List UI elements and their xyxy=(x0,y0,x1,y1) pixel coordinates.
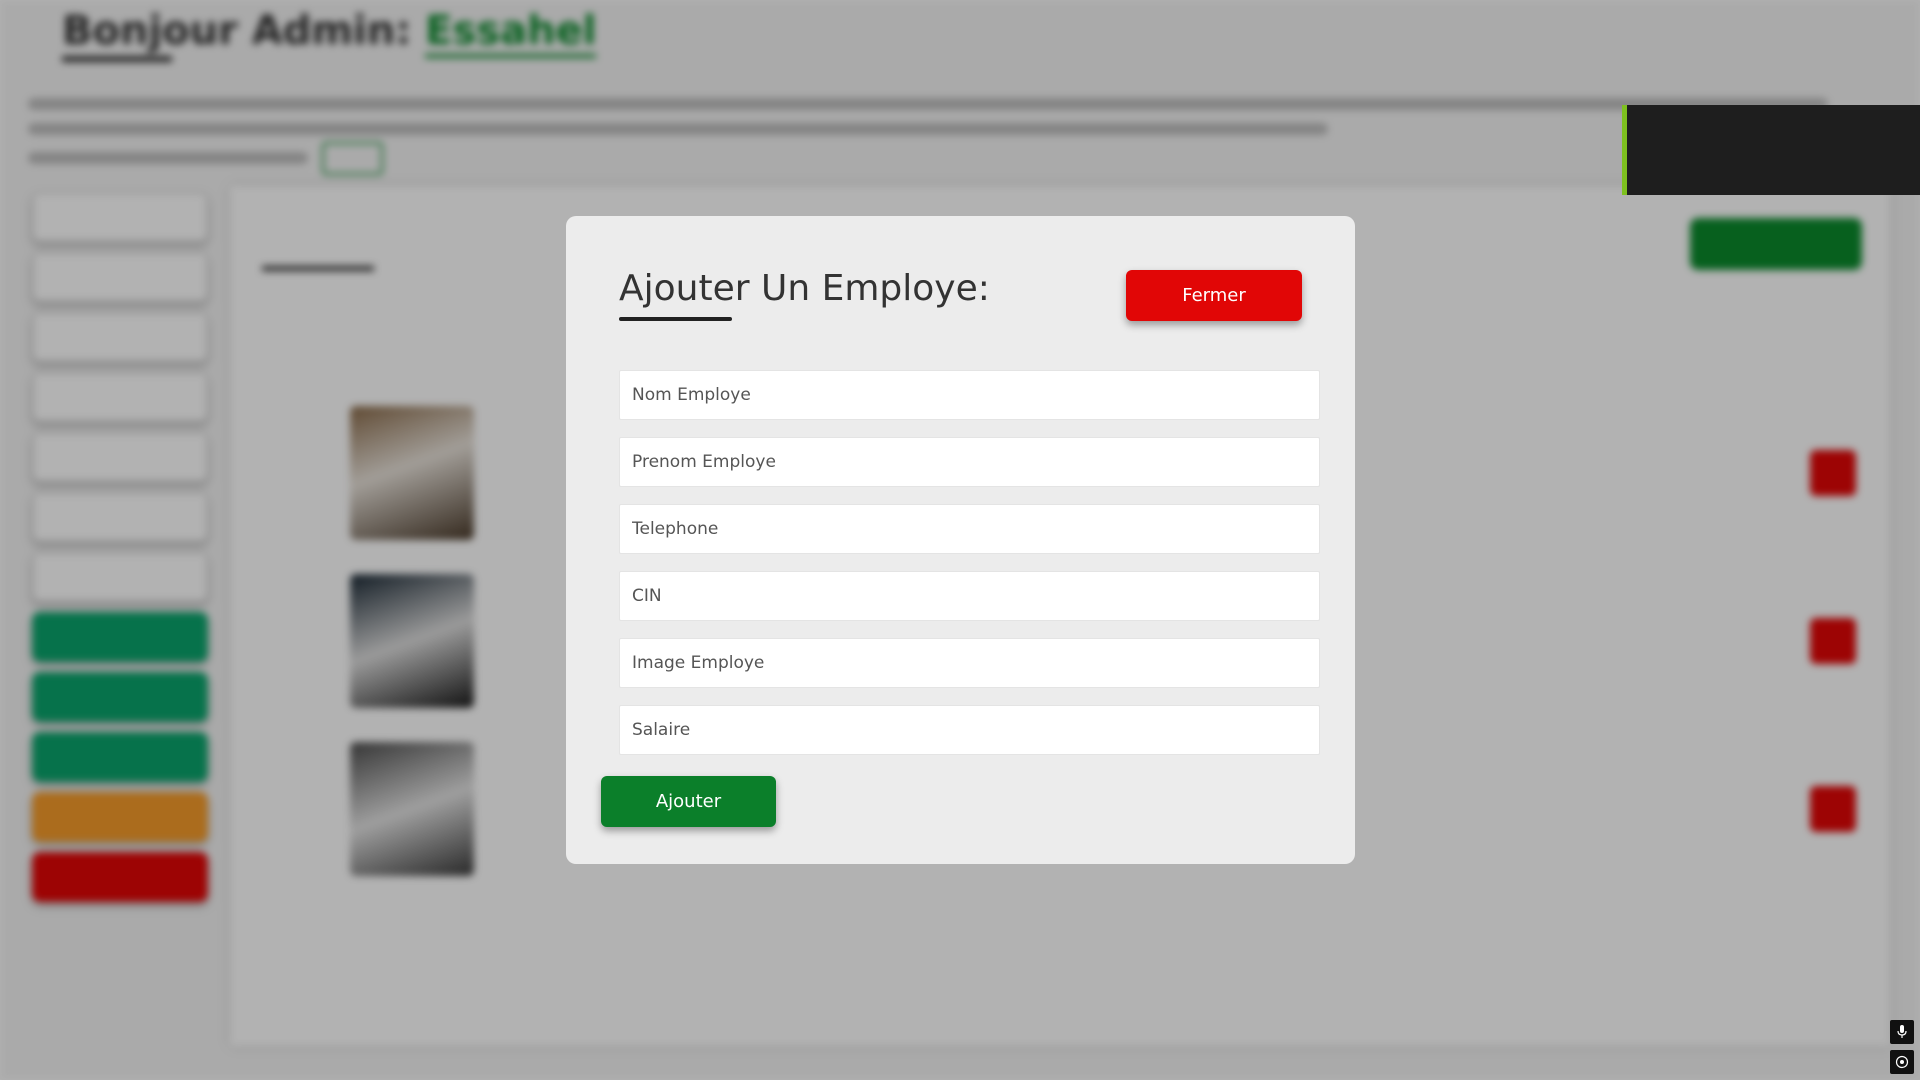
cin-field[interactable] xyxy=(619,571,1320,621)
telephone-field[interactable] xyxy=(619,504,1320,554)
notification-toast xyxy=(1622,105,1920,195)
corner-toolbar xyxy=(1890,1014,1914,1074)
close-button[interactable]: Fermer xyxy=(1126,270,1302,321)
nom-employe-field[interactable] xyxy=(619,370,1320,420)
target-icon[interactable] xyxy=(1890,1050,1914,1074)
modal-title: Ajouter Un Employe: xyxy=(619,268,990,309)
image-employe-field[interactable] xyxy=(619,638,1320,688)
salaire-field[interactable] xyxy=(619,705,1320,755)
ajouter-button[interactable]: Ajouter xyxy=(601,776,776,827)
add-employee-modal: Ajouter Un Employe: Fermer Ajouter xyxy=(566,216,1355,864)
microphone-icon[interactable] xyxy=(1890,1020,1914,1044)
prenom-employe-field[interactable] xyxy=(619,437,1320,487)
modal-title-underline xyxy=(619,317,732,321)
